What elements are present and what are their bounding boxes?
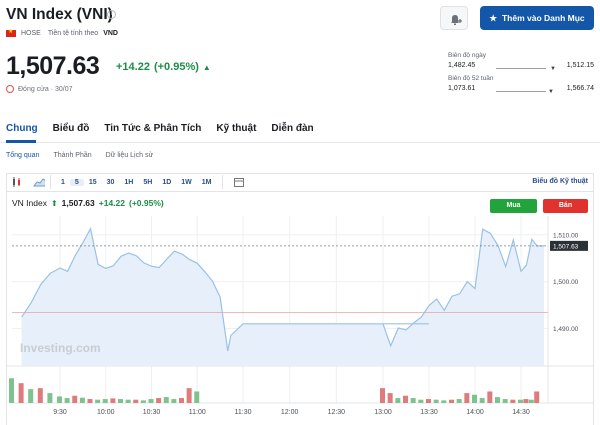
volume-bar (464, 393, 470, 403)
x-axis-tick-label: 12:30 (328, 409, 346, 416)
volume-bar (495, 397, 500, 403)
volume-bar (87, 399, 93, 403)
volume-bar (57, 396, 62, 403)
volume-bar (171, 399, 177, 403)
volume-bar (194, 391, 200, 403)
volume-bar (534, 391, 540, 403)
x-axis-tick-label: 14:30 (512, 409, 530, 416)
last-value-label: 1,507.63 (553, 243, 579, 250)
volume-bar (133, 399, 139, 403)
volume-bar (64, 398, 70, 403)
volume-bar (502, 399, 508, 403)
volume-bar (441, 400, 447, 403)
volume-bar (179, 398, 184, 403)
volume-bar (110, 398, 116, 403)
x-axis-tick-label: 11:30 (235, 409, 252, 416)
volume-bar (403, 395, 408, 403)
volume-bar (380, 388, 385, 403)
volume-bar (118, 399, 123, 403)
volume-bar (140, 400, 146, 403)
volume-bar (79, 397, 85, 403)
volume-bar (456, 399, 462, 403)
volume-bar (9, 378, 14, 403)
volume-bar (395, 398, 401, 403)
x-axis-tick-label: 9:30 (53, 409, 67, 416)
volume-bar (186, 388, 192, 403)
volume-bar (433, 399, 439, 403)
x-axis-tick-label: 13:30 (420, 409, 438, 416)
x-axis-tick-label: 12:00 (281, 409, 299, 416)
volume-bar (472, 394, 477, 403)
volume-bar (479, 398, 485, 403)
x-axis-tick-label: 14:00 (466, 409, 484, 416)
volume-bar (148, 399, 154, 403)
x-axis-tick-label: 13:00 (374, 409, 392, 416)
volume-bar (72, 395, 78, 403)
x-axis-tick-label: 10:00 (97, 409, 115, 416)
volume-bar (47, 393, 53, 403)
watermark-text: Investing.com (20, 341, 101, 355)
volume-bar (523, 399, 529, 403)
volume-bar (163, 397, 169, 403)
volume-bar (387, 393, 393, 403)
volume-bar (95, 399, 101, 403)
volume-bar (449, 399, 454, 403)
volume-bar (528, 399, 534, 403)
price-chart[interactable]: Investing.com 1,510.00 1,500.00 1,490.00 1,… (0, 0, 600, 425)
x-axis-tick-label: 10:30 (143, 409, 161, 416)
volume-bar (487, 391, 493, 403)
volume-bar (426, 399, 431, 403)
price-area: Investing.com (12, 226, 548, 366)
y-axis-tick-label: 1,490.00 (553, 326, 579, 333)
volume-bar (418, 399, 424, 403)
x-axis-tick-label: 11:00 (189, 409, 206, 416)
volume-bar (410, 398, 416, 403)
volume-bar (18, 383, 24, 403)
volume-bar (37, 388, 43, 403)
y-axis-tick-label: 1,510.00 (553, 232, 579, 239)
volume-bar (28, 389, 34, 403)
volume-bar (510, 399, 516, 403)
volume-bar (125, 399, 131, 403)
volume-bar (156, 398, 162, 403)
y-axis-tick-label: 1,500.00 (553, 279, 579, 286)
volume-bar (102, 399, 108, 403)
volume-bars (9, 378, 540, 403)
volume-bar (518, 399, 523, 403)
